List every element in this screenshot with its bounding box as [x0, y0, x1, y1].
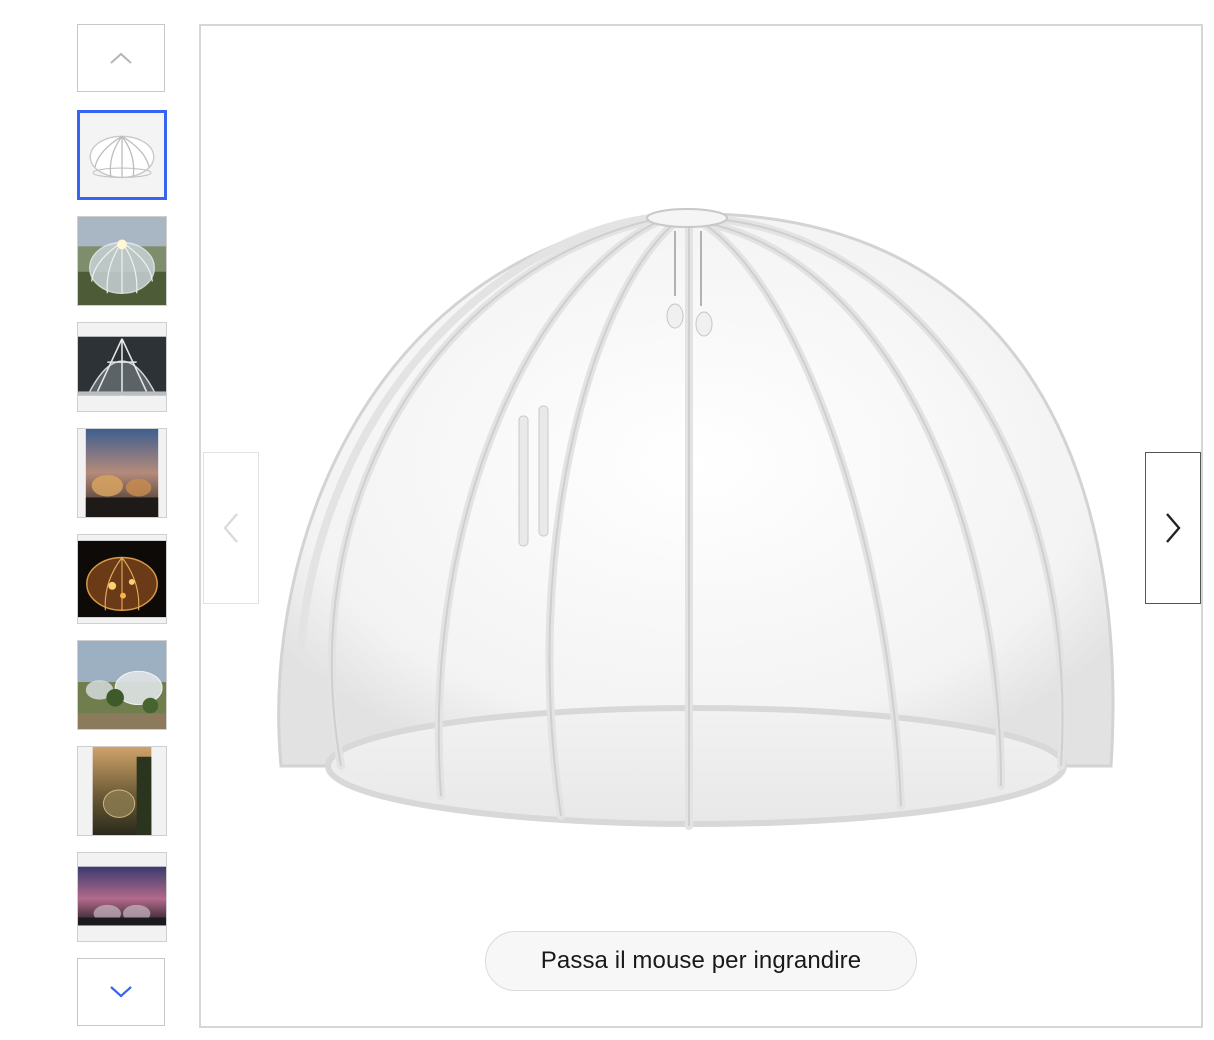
chevron-left-icon — [223, 513, 238, 543]
zoom-hint-pill: Passa il mouse per ingrandire — [485, 931, 917, 991]
dome-dark-interior-thumbnail-image — [78, 323, 166, 411]
domes-purple-sky-thumbnail-image — [78, 853, 166, 941]
dome-forest-dusk-thumbnail-image — [78, 747, 166, 835]
thumbnail-clear-dome[interactable] — [77, 110, 167, 200]
thumbnail-dome-dark-interior[interactable] — [77, 322, 167, 412]
thumbnail-domes-garden-plants[interactable] — [77, 640, 167, 730]
dome-night-lights-thumbnail-image — [78, 535, 166, 623]
zoom-hint-text: Passa il mouse per ingrandire — [540, 947, 862, 974]
clear-dome-main-image — [277, 208, 1115, 830]
main-image-viewer[interactable]: Passa il mouse per ingrandire — [199, 24, 1203, 1028]
thumbnails-scroll-up-button[interactable] — [77, 24, 165, 92]
thumbnail-dome-sunset-terrace[interactable] — [77, 428, 167, 518]
thumbnail-dome-forest-dusk[interactable] — [77, 746, 167, 836]
dome-sunset-terrace-thumbnail-image — [78, 429, 166, 517]
thumbnails-scroll-down-button[interactable] — [77, 958, 165, 1026]
thumbnail-domes-purple-sky[interactable] — [77, 852, 167, 942]
previous-image-button[interactable] — [203, 452, 259, 604]
thumbnail-dome-garden[interactable] — [77, 216, 167, 306]
dome-garden-thumbnail-image — [78, 217, 166, 305]
domes-garden-plants-thumbnail-image — [78, 641, 166, 729]
next-image-button[interactable] — [1145, 452, 1201, 604]
thumbnail-dome-night-lights[interactable] — [77, 534, 167, 624]
chevron-down-icon — [110, 986, 132, 998]
chevron-right-icon — [1166, 513, 1181, 543]
clear-dome-thumbnail-image — [80, 113, 164, 197]
chevron-up-icon — [110, 52, 132, 64]
